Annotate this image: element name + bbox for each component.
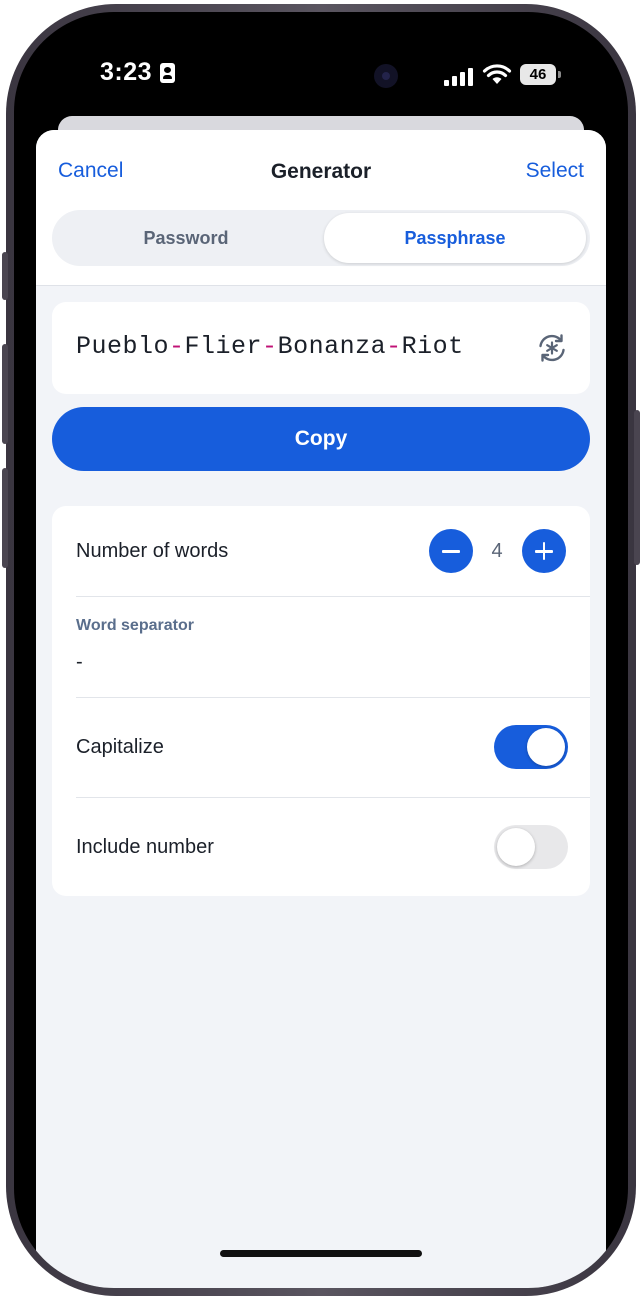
home-indicator[interactable] xyxy=(220,1250,422,1257)
passphrase-separator: - xyxy=(169,332,185,361)
passphrase-word: Flier xyxy=(184,332,263,361)
passphrase-separator: - xyxy=(386,332,402,361)
sheet-header: Cancel Generator Select Password Passphr… xyxy=(36,130,606,286)
generator-sheet: Cancel Generator Select Password Passphr… xyxy=(36,130,606,1288)
include-number-row: Include number xyxy=(76,798,590,896)
page-title: Generator xyxy=(270,160,372,183)
word-separator-label: Word separator xyxy=(76,617,194,634)
screen: 3:23 46 Cancel Generator Select Password… xyxy=(14,12,628,1288)
regenerate-button[interactable] xyxy=(534,330,570,366)
camera-icon xyxy=(374,64,398,88)
contact-card-icon xyxy=(160,63,175,83)
passphrase-word: Bonanza xyxy=(277,332,387,361)
capitalize-label: Capitalize xyxy=(76,736,164,758)
number-of-words-label: Number of words xyxy=(76,540,229,562)
word-separator-row: Word separator xyxy=(76,597,590,698)
generated-passphrase: Pueblo-Flier-Bonanza-Riot xyxy=(76,332,464,361)
passphrase-word: Pueblo xyxy=(76,332,170,361)
wifi-icon xyxy=(482,64,512,84)
tab-passphrase[interactable]: Passphrase xyxy=(324,213,586,263)
toggle-knob xyxy=(497,828,535,866)
status-bar: 3:23 46 xyxy=(14,12,628,132)
action-button xyxy=(2,252,8,300)
select-button[interactable]: Select xyxy=(526,159,584,183)
status-time: 3:23 xyxy=(100,58,153,86)
increase-words-button[interactable] xyxy=(522,529,566,573)
passphrase-separator: - xyxy=(262,332,278,361)
volume-down-button xyxy=(2,468,8,568)
cellular-signal-icon xyxy=(444,66,474,86)
word-separator-input[interactable] xyxy=(76,647,556,677)
generated-passphrase-card: Pueblo-Flier-Bonanza-Riot xyxy=(52,302,590,394)
passphrase-options-card: Number of words 4 Word separator Capital… xyxy=(52,506,590,896)
capitalize-toggle[interactable] xyxy=(494,725,568,769)
include-number-label: Include number xyxy=(76,836,214,858)
battery-icon: 46 xyxy=(520,64,561,85)
decrease-words-button[interactable] xyxy=(429,529,473,573)
volume-up-button xyxy=(2,344,8,444)
include-number-toggle[interactable] xyxy=(494,825,568,869)
tab-password[interactable]: Password xyxy=(55,213,317,263)
regenerate-icon xyxy=(539,334,565,362)
number-of-words-row: Number of words 4 xyxy=(76,506,590,597)
passphrase-word: Riot xyxy=(401,332,464,361)
power-button xyxy=(634,410,640,565)
number-of-words-value: 4 xyxy=(491,540,503,562)
capitalize-row: Capitalize xyxy=(76,698,590,798)
copy-button[interactable]: Copy xyxy=(52,407,590,471)
toggle-knob xyxy=(527,728,565,766)
generator-type-segmented-control: Password Passphrase xyxy=(52,210,590,266)
